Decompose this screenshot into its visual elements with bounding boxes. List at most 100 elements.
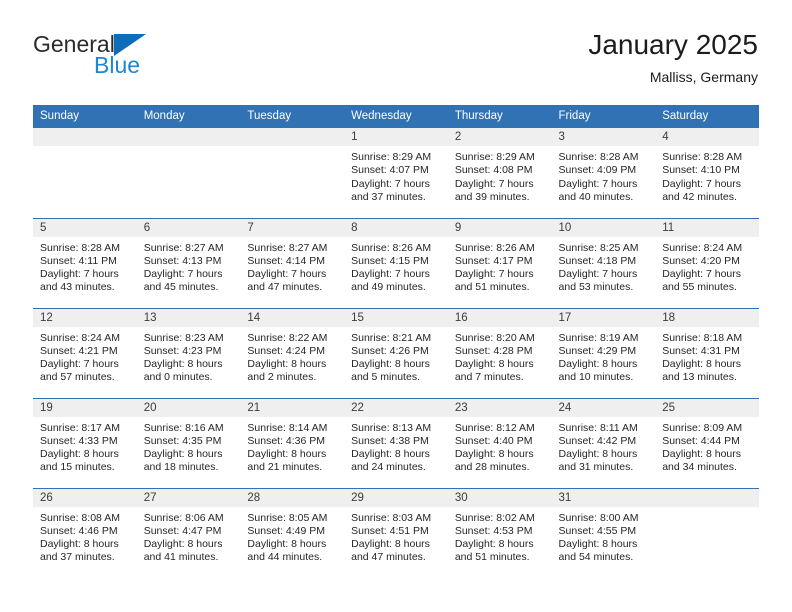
calendar-week-row: 5 Sunrise: 8:28 AM Sunset: 4:11 PM Daylight… xyxy=(33,217,759,308)
calendar-day-cell[interactable]: 29 Sunrise: 8:03 AM Sunset: 4:51 PM Dayligh… xyxy=(344,487,448,578)
calendar-day-cell[interactable]: 30 Sunrise: 8:02 AM Sunset: 4:53 PM Dayligh… xyxy=(447,487,552,578)
daylight-text-line2: and 54 minutes. xyxy=(558,551,634,564)
sunrise-text: Sunrise: 8:00 AM xyxy=(558,511,639,524)
day-number: 13 xyxy=(136,308,241,327)
calendar-day-cell[interactable]: 5 Sunrise: 8:28 AM Sunset: 4:11 PM Daylight… xyxy=(33,217,137,308)
day-number: 6 xyxy=(136,218,241,237)
calendar-day-cell[interactable]: 21 Sunrise: 8:14 AM Sunset: 4:36 PM Dayligh… xyxy=(240,397,345,488)
sunset-text: Sunset: 4:17 PM xyxy=(454,254,533,267)
calendar-day-cell[interactable]: 8 Sunrise: 8:26 AM Sunset: 4:15 PM Daylight… xyxy=(344,217,448,308)
daylight-text-line1: Daylight: 7 hours xyxy=(40,268,119,281)
day-number xyxy=(136,128,241,146)
day-number: 15 xyxy=(344,308,448,327)
sunrise-text: Sunrise: 8:05 AM xyxy=(247,511,328,524)
sunrise-text: Sunrise: 8:26 AM xyxy=(454,241,535,254)
sunset-text: Sunset: 4:14 PM xyxy=(247,254,326,267)
daylight-text-line2: and 2 minutes. xyxy=(247,371,317,384)
calendar-day-cell[interactable]: 4 Sunrise: 8:28 AM Sunset: 4:10 PM Daylight… xyxy=(655,128,759,218)
calendar-day-cell[interactable]: 14 Sunrise: 8:22 AM Sunset: 4:24 PM Dayligh… xyxy=(240,307,345,398)
day-number: 30 xyxy=(447,488,552,507)
calendar-day-cell[interactable]: 11 Sunrise: 8:24 AM Sunset: 4:20 PM Dayligh… xyxy=(655,217,759,308)
daylight-text-line2: and 21 minutes. xyxy=(247,461,323,474)
calendar-day-cell[interactable]: 19 Sunrise: 8:17 AM Sunset: 4:33 PM Dayligh… xyxy=(33,397,137,488)
daylight-text-line2: and 41 minutes. xyxy=(143,551,219,564)
daylight-text-line1: Daylight: 8 hours xyxy=(247,448,327,461)
sunset-text: Sunset: 4:42 PM xyxy=(558,434,637,447)
sunset-text: Sunset: 4:55 PM xyxy=(558,524,637,537)
calendar-day-cell[interactable]: 20 Sunrise: 8:16 AM Sunset: 4:35 PM Dayligh… xyxy=(136,397,241,488)
daylight-text-line2: and 7 minutes. xyxy=(454,371,524,384)
calendar-day-cell[interactable]: 1 Sunrise: 8:29 AM Sunset: 4:07 PM Daylight… xyxy=(344,128,448,218)
daylight-text-line1: Daylight: 8 hours xyxy=(351,448,430,461)
sunrise-text: Sunrise: 8:24 AM xyxy=(40,331,120,344)
day-number: 11 xyxy=(655,218,759,237)
calendar-day-cell[interactable]: 25 Sunrise: 8:09 AM Sunset: 4:44 PM Dayligh… xyxy=(655,397,759,488)
sunset-text: Sunset: 4:10 PM xyxy=(662,164,740,177)
day-number: 9 xyxy=(447,218,552,237)
calendar-day-cell[interactable]: 6 Sunrise: 8:27 AM Sunset: 4:13 PM Daylight… xyxy=(136,217,241,308)
sunrise-text: Sunrise: 8:29 AM xyxy=(351,151,432,163)
calendar-day-cell[interactable]: 2 Sunrise: 8:29 AM Sunset: 4:08 PM Daylight… xyxy=(447,128,552,218)
calendar-day-cell[interactable]: 27 Sunrise: 8:06 AM Sunset: 4:47 PM Dayligh… xyxy=(136,487,241,578)
day-number: 17 xyxy=(551,308,656,327)
daylight-text-line1: Daylight: 8 hours xyxy=(454,538,534,551)
sunrise-text: Sunrise: 8:24 AM xyxy=(662,241,743,254)
daylight-text-line2: and 55 minutes. xyxy=(662,281,737,294)
day-details: Sunrise: 8:14 AM Sunset: 4:36 PM Daylight:… xyxy=(240,417,344,475)
brand-logo[interactable]: General Blue xyxy=(33,32,233,92)
calendar-day-cell[interactable]: 17 Sunrise: 8:19 AM Sunset: 4:29 PM Dayligh… xyxy=(551,307,656,398)
day-details: Sunrise: 8:29 AM Sunset: 4:08 PM Daylight:… xyxy=(448,146,552,204)
calendar-day-cell[interactable]: 10 Sunrise: 8:25 AM Sunset: 4:18 PM Dayligh… xyxy=(551,217,656,308)
day-details: Sunrise: 8:26 AM Sunset: 4:17 PM Daylight:… xyxy=(448,237,552,295)
day-details: Sunrise: 8:18 AM Sunset: 4:31 PM Daylight:… xyxy=(655,327,759,385)
day-details: Sunrise: 8:20 AM Sunset: 4:28 PM Daylight:… xyxy=(448,327,552,385)
day-details: Sunrise: 8:17 AM Sunset: 4:33 PM Daylight:… xyxy=(33,417,137,475)
calendar-day-cell[interactable]: 28 Sunrise: 8:05 AM Sunset: 4:49 PM Dayligh… xyxy=(240,487,345,578)
calendar-day-cell[interactable]: 16 Sunrise: 8:20 AM Sunset: 4:28 PM Dayligh… xyxy=(447,307,552,398)
sunrise-text: Sunrise: 8:25 AM xyxy=(558,241,639,254)
day-details: Sunrise: 8:27 AM Sunset: 4:14 PM Daylight:… xyxy=(240,237,344,295)
calendar-day-cell[interactable]: 23 Sunrise: 8:12 AM Sunset: 4:40 PM Dayligh… xyxy=(447,397,552,488)
calendar-day-cell[interactable]: 22 Sunrise: 8:13 AM Sunset: 4:38 PM Dayligh… xyxy=(344,397,448,488)
sunset-text: Sunset: 4:07 PM xyxy=(351,164,429,177)
calendar-day-cell[interactable]: 13 Sunrise: 8:23 AM Sunset: 4:23 PM Dayligh… xyxy=(136,307,241,398)
day-details: Sunrise: 8:06 AM Sunset: 4:47 PM Daylight:… xyxy=(137,507,241,565)
daylight-text-line1: Daylight: 8 hours xyxy=(454,358,534,371)
day-number: 12 xyxy=(33,308,137,327)
calendar-day-cell[interactable]: 18 Sunrise: 8:18 AM Sunset: 4:31 PM Dayligh… xyxy=(655,307,759,398)
daylight-text-line1: Daylight: 7 hours xyxy=(351,177,430,190)
day-details: Sunrise: 8:28 AM Sunset: 4:10 PM Daylight:… xyxy=(655,146,759,204)
calendar-day-cell[interactable]: 15 Sunrise: 8:21 AM Sunset: 4:26 PM Dayligh… xyxy=(344,307,448,398)
daylight-text-line1: Daylight: 7 hours xyxy=(40,358,119,371)
day-number: 7 xyxy=(240,218,345,237)
sunset-text: Sunset: 4:09 PM xyxy=(558,164,637,177)
calendar-day-cell[interactable]: 9 Sunrise: 8:26 AM Sunset: 4:17 PM Daylight… xyxy=(447,217,552,308)
title-block: January 2025 Malliss, Germany xyxy=(588,28,758,86)
day-number xyxy=(240,128,345,146)
sunset-text: Sunset: 4:47 PM xyxy=(143,524,222,537)
day-details: Sunrise: 8:16 AM Sunset: 4:35 PM Daylight:… xyxy=(137,417,241,475)
sunrise-text: Sunrise: 8:06 AM xyxy=(143,511,224,524)
day-number xyxy=(33,128,137,146)
daylight-text-line1: Daylight: 8 hours xyxy=(40,538,119,551)
day-details: Sunrise: 8:02 AM Sunset: 4:53 PM Daylight:… xyxy=(448,507,552,565)
sunset-text: Sunset: 4:33 PM xyxy=(40,434,118,447)
weekday-header-monday: Monday xyxy=(136,105,241,128)
calendar-day-cell[interactable]: 26 Sunrise: 8:08 AM Sunset: 4:46 PM Dayligh… xyxy=(33,487,137,578)
calendar-day-cell[interactable]: 7 Sunrise: 8:27 AM Sunset: 4:14 PM Daylight… xyxy=(240,217,345,308)
day-details: Sunrise: 8:26 AM Sunset: 4:15 PM Daylight:… xyxy=(344,237,448,295)
day-number: 4 xyxy=(655,128,759,146)
daylight-text-line2: and 13 minutes. xyxy=(662,371,737,384)
calendar-day-cell[interactable]: 12 Sunrise: 8:24 AM Sunset: 4:21 PM Dayligh… xyxy=(33,307,137,398)
day-details: Sunrise: 8:22 AM Sunset: 4:24 PM Daylight:… xyxy=(240,327,344,385)
sunset-text: Sunset: 4:53 PM xyxy=(454,524,533,537)
daylight-text-line2: and 51 minutes. xyxy=(454,281,530,294)
calendar-day-cell[interactable]: 24 Sunrise: 8:11 AM Sunset: 4:42 PM Dayligh… xyxy=(551,397,656,488)
daylight-text-line2: and 53 minutes. xyxy=(558,281,634,294)
calendar-day-cell[interactable]: 31 Sunrise: 8:00 AM Sunset: 4:55 PM Dayligh… xyxy=(551,487,656,578)
daylight-text-line2: and 49 minutes. xyxy=(351,281,426,294)
calendar-day-cell[interactable]: 3 Sunrise: 8:28 AM Sunset: 4:09 PM Daylight… xyxy=(551,128,656,218)
calendar-table: Sunday Monday Tuesday Wednesday Thursday Frid… xyxy=(33,105,759,578)
daylight-text-line1: Daylight: 8 hours xyxy=(662,448,742,461)
sunrise-text: Sunrise: 8:26 AM xyxy=(351,241,432,254)
